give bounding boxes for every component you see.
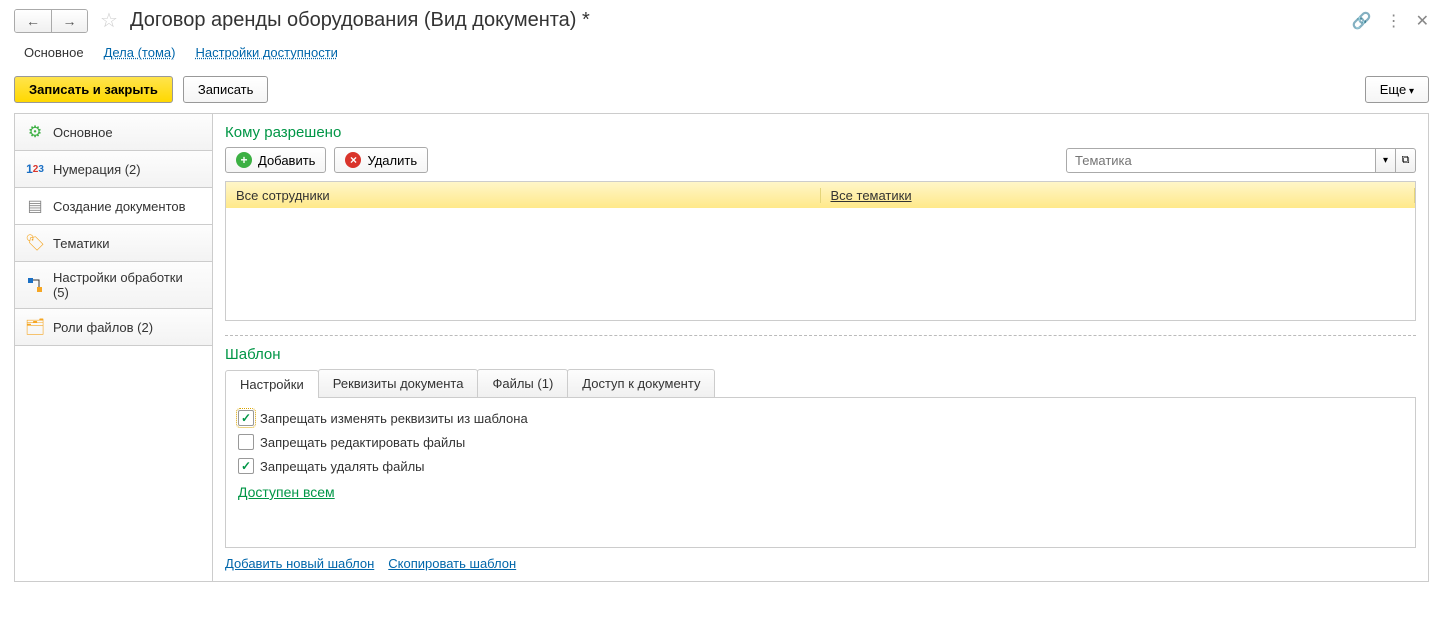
delete-button[interactable]: × Удалить	[334, 147, 428, 173]
checkbox-label: Запрещать удалять файлы	[260, 459, 425, 474]
perm-cell-employees: Все сотрудники	[226, 188, 821, 203]
sidebar-item-label: Создание документов	[53, 199, 186, 214]
sidebar-item-topics[interactable]: 🏷 Тематики	[15, 225, 212, 262]
save-and-close-button[interactable]: Записать и закрыть	[14, 76, 173, 103]
add-template-link[interactable]: Добавить новый шаблон	[225, 556, 374, 571]
divider	[225, 335, 1416, 336]
numbers-icon: 123	[25, 159, 45, 179]
forward-button[interactable]: →	[51, 10, 87, 32]
page-title: Договор аренды оборудования (Вид докумен…	[130, 9, 590, 32]
template-title: Шаблон	[225, 346, 1416, 363]
sidebar-item-label: Тематики	[53, 236, 110, 251]
checkbox-label: Запрещать изменять реквизиты из шаблона	[260, 411, 528, 426]
x-icon: ×	[345, 152, 361, 168]
add-button-label: Добавить	[258, 153, 315, 168]
tab-cases[interactable]: Дела (тома)	[104, 45, 176, 60]
perm-cell-topics: Все тематики	[821, 188, 1416, 203]
sidebar-item-file-roles[interactable]: 🗂 Роли файлов (2)	[15, 309, 212, 346]
copy-template-link[interactable]: Скопировать шаблон	[388, 556, 516, 571]
tab-template-props[interactable]: Реквизиты документа	[318, 369, 479, 397]
save-button[interactable]: Записать	[183, 76, 269, 103]
add-button[interactable]: + Добавить	[225, 147, 326, 173]
sidebar-item-label: Основное	[53, 125, 113, 140]
permissions-title: Кому разрешено	[225, 124, 1416, 141]
checkbox-label: Запрещать редактировать файлы	[260, 435, 465, 450]
gear-icon: ⚙	[25, 122, 45, 142]
document-icon: ▤	[25, 196, 45, 216]
sidebar-item-main[interactable]: ⚙ Основное	[15, 114, 212, 151]
link-icon[interactable]: 🔗	[1352, 11, 1372, 31]
table-empty-area	[226, 208, 1415, 320]
topic-dropdown-button[interactable]: ▾	[1376, 148, 1396, 173]
topic-expand-button[interactable]: ⧉	[1396, 148, 1416, 173]
favorite-star-icon[interactable]: ☆	[100, 8, 118, 33]
nav-buttons: ← →	[14, 9, 88, 33]
tab-template-files[interactable]: Файлы (1)	[477, 369, 568, 397]
all-topics-link[interactable]: Все тематики	[831, 188, 912, 203]
sidebar-item-doc-creation[interactable]: ▤ Создание документов	[15, 188, 212, 225]
sidebar-item-numbering[interactable]: 123 Нумерация (2)	[15, 151, 212, 188]
topic-select-input[interactable]	[1066, 148, 1376, 173]
tab-access-settings[interactable]: Настройки доступности	[195, 45, 337, 60]
permissions-table: Все сотрудники Все тематики	[225, 181, 1416, 321]
sidebar-item-processing[interactable]: Настройки обработки (5)	[15, 262, 212, 309]
sidebar: ⚙ Основное 123 Нумерация (2) ▤ Создание …	[15, 114, 213, 581]
checkbox-lock-props[interactable]: ✓	[238, 410, 254, 426]
delete-button-label: Удалить	[367, 153, 417, 168]
checkbox-lock-file-edit[interactable]	[238, 434, 254, 450]
tab-main[interactable]: Основное	[24, 45, 84, 60]
checkbox-lock-file-delete[interactable]: ✓	[238, 458, 254, 474]
sidebar-item-label: Роли файлов (2)	[53, 320, 153, 335]
kebab-menu-icon[interactable]: ⋮	[1386, 11, 1402, 31]
workflow-icon	[25, 275, 45, 295]
more-button[interactable]: Еще	[1365, 76, 1429, 103]
available-to-all-link[interactable]: Доступен всем	[238, 484, 335, 500]
table-row[interactable]: Все сотрудники Все тематики	[226, 182, 1415, 208]
close-icon[interactable]: ✕	[1416, 11, 1429, 31]
files-icon: 🗂	[25, 317, 45, 337]
sidebar-item-label: Настройки обработки (5)	[53, 270, 202, 300]
plus-icon: +	[236, 152, 252, 168]
tab-template-access[interactable]: Доступ к документу	[567, 369, 715, 397]
tab-template-settings[interactable]: Настройки	[225, 370, 319, 398]
back-button[interactable]: ←	[15, 10, 51, 32]
sidebar-item-label: Нумерация (2)	[53, 162, 141, 177]
tag-icon: 🏷	[25, 233, 45, 253]
